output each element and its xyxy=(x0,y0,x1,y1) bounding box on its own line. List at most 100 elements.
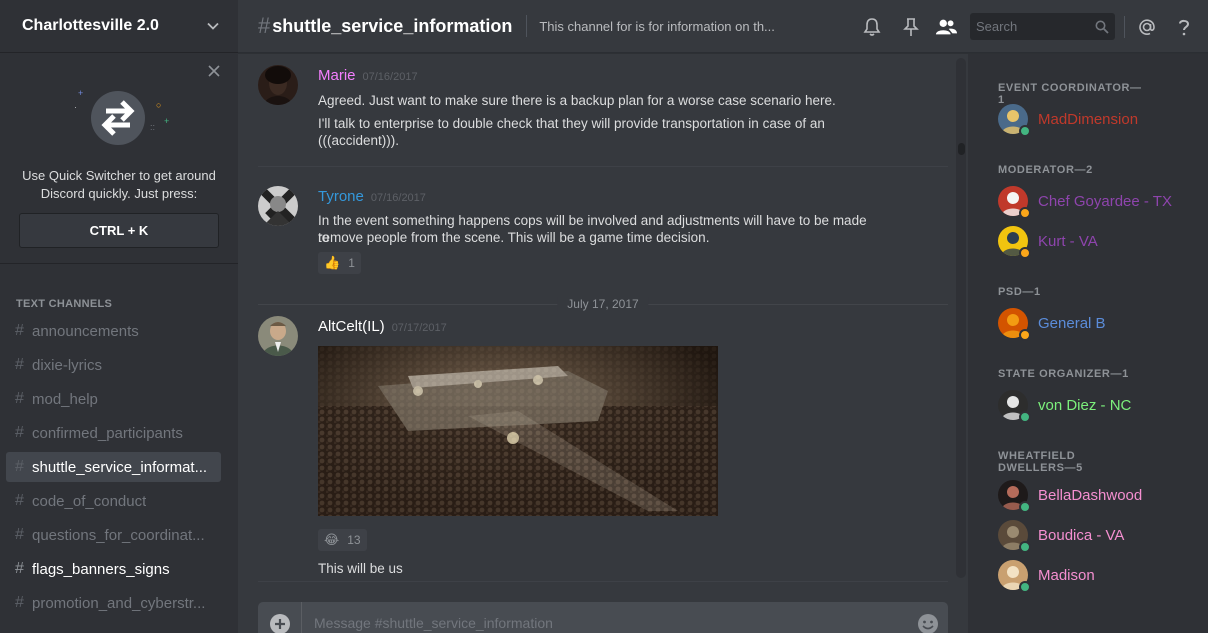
quick-switcher-illustration: + · ○ + :: xyxy=(64,81,174,161)
role-header: EVENT COORDINATOR—1 xyxy=(998,82,1142,106)
mention-icon[interactable] xyxy=(1136,16,1158,38)
online-status-icon xyxy=(1019,411,1031,423)
channel-name: questions_for_coordinat... xyxy=(32,526,205,544)
sparkle-icon: ○ xyxy=(156,100,162,110)
server-name: Charlottesville 2.0 xyxy=(22,17,159,34)
channel-name: announcements xyxy=(32,322,139,340)
channel-name: code_of_conduct xyxy=(32,492,147,510)
username[interactable]: Tyrone xyxy=(318,188,364,205)
channel-item[interactable]: # code_of_conduct xyxy=(6,486,221,516)
channel-topic[interactable]: This channel for is for information on t… xyxy=(539,19,801,34)
idle-status-icon xyxy=(1019,329,1031,341)
sparkle-icon: · xyxy=(74,102,77,112)
avatar[interactable] xyxy=(258,65,298,105)
bell-icon[interactable] xyxy=(861,16,883,38)
channel-sidebar: Charlottesville 2.0 + · ○ + :: Use Quick… xyxy=(0,0,238,633)
smiley-icon xyxy=(918,614,938,633)
avatar xyxy=(998,186,1031,219)
role-header: STATE ORGANIZER—1 xyxy=(998,368,1129,380)
member-item[interactable]: Kurt - VA xyxy=(998,226,1098,259)
role-header: MODERATOR—2 xyxy=(998,164,1093,176)
search-box[interactable] xyxy=(970,13,1115,40)
member-item[interactable]: Chef Goyardee - TX xyxy=(998,186,1172,219)
member-name: General B xyxy=(1038,314,1106,332)
message-list[interactable]: Marie 07/16/2017 Agreed. Just want to ma… xyxy=(238,54,968,582)
channel-item[interactable]: # mod_help xyxy=(6,384,221,414)
channel-item[interactable]: # flags_banners_signs xyxy=(6,554,221,584)
message-text: I'll talk to enterprise to double check … xyxy=(318,116,825,131)
message-text: remove people from the scene. This will … xyxy=(318,230,710,245)
channel-item[interactable]: # shuttle_service_informat... xyxy=(6,452,221,482)
close-icon[interactable] xyxy=(208,65,220,77)
help-icon[interactable] xyxy=(1173,16,1195,38)
channel-hash-icon: # xyxy=(15,492,24,509)
channel-item[interactable]: # confirmed_participants xyxy=(6,418,221,448)
switch-arrows-icon xyxy=(101,100,135,136)
reaction-button[interactable]: 😂 13 xyxy=(318,529,367,551)
message-composer xyxy=(258,602,948,633)
username[interactable]: Marie xyxy=(318,67,356,84)
member-item[interactable]: Madison xyxy=(998,560,1095,593)
avatar xyxy=(998,560,1031,593)
member-item[interactable]: BellaDashwood xyxy=(998,480,1143,513)
channel-hash-icon: # xyxy=(15,390,24,407)
member-item[interactable]: MadDimension xyxy=(998,104,1138,137)
channel-name: flags_banners_signs xyxy=(32,560,170,578)
username[interactable]: AltCelt(IL) xyxy=(318,318,385,335)
scrollbar-track[interactable] xyxy=(956,58,966,578)
avatar[interactable] xyxy=(258,316,298,356)
quick-switcher-tip: + · ○ + :: Use Quick Switcher to get aro… xyxy=(0,53,238,264)
crowd-photo[interactable] xyxy=(318,346,718,516)
pin-icon[interactable] xyxy=(900,16,922,38)
channel-hash-icon: # xyxy=(15,424,24,441)
date-divider: July 17, 2017 xyxy=(258,297,948,311)
reaction-button[interactable]: 👍 1 xyxy=(318,252,361,274)
message-meta: Marie 07/16/2017 xyxy=(318,67,418,84)
member-item[interactable]: General B xyxy=(998,308,1106,341)
channel-list: # announcements # dixie-lyrics # mod_help # con… xyxy=(6,316,221,622)
channel-title: shuttle_service_information xyxy=(272,15,513,36)
text-channels-header[interactable]: TEXT CHANNELS xyxy=(0,298,112,310)
channel-item[interactable]: # questions_for_coordinat... xyxy=(6,520,221,550)
scrollbar-thumb[interactable] xyxy=(958,143,965,155)
message-separator xyxy=(258,166,948,167)
channel-hash-icon: # xyxy=(15,458,24,475)
avatar xyxy=(998,308,1031,341)
search-input[interactable] xyxy=(976,19,1086,34)
channel-hash-icon: # xyxy=(258,13,271,38)
chat-header: # shuttle_service_information This chann… xyxy=(238,0,1208,53)
channel-item[interactable]: # announcements xyxy=(6,316,221,346)
channel-hash-icon: # xyxy=(15,526,24,543)
timestamp: 07/17/2017 xyxy=(391,322,447,334)
avatar[interactable] xyxy=(258,186,298,226)
quick-switcher-text: Use Quick Switcher to get around Discord… xyxy=(22,168,216,201)
timestamp: 07/16/2017 xyxy=(362,71,418,83)
message-input[interactable] xyxy=(302,615,908,631)
shortcut-button[interactable]: CTRL + K xyxy=(19,213,219,248)
emoji-picker-button[interactable] xyxy=(908,613,948,633)
channel-item[interactable]: # dixie-lyrics xyxy=(6,350,221,380)
avatar xyxy=(998,390,1031,423)
message-meta: AltCelt(IL) 07/17/2017 xyxy=(318,318,447,335)
channel-name: promotion_and_cyberstr... xyxy=(32,594,206,612)
search-icon xyxy=(1095,20,1109,34)
header-divider xyxy=(1124,16,1125,38)
member-item[interactable]: von Diez - NC xyxy=(998,390,1131,423)
member-item[interactable]: Boudica - VA xyxy=(998,520,1125,553)
channel-name: dixie-lyrics xyxy=(32,356,103,374)
avatar xyxy=(998,226,1031,259)
plus-circle-icon xyxy=(269,614,290,633)
upload-button[interactable] xyxy=(258,602,302,633)
message-separator xyxy=(258,581,948,582)
channel-item[interactable]: # promotion_and_cyberstr... xyxy=(6,588,221,618)
server-header[interactable]: Charlottesville 2.0 xyxy=(0,0,238,53)
laughing-icon: 😂 xyxy=(324,532,340,547)
sparkle-icon: :: xyxy=(150,122,156,132)
member-name: Boudica - VA xyxy=(1038,526,1125,544)
members-icon[interactable] xyxy=(935,16,957,38)
member-name: Kurt - VA xyxy=(1038,232,1098,250)
online-status-icon xyxy=(1019,581,1031,593)
channel-name: shuttle_service_informat... xyxy=(32,458,208,476)
avatar xyxy=(998,480,1031,513)
member-name: BellaDashwood xyxy=(1038,486,1143,504)
